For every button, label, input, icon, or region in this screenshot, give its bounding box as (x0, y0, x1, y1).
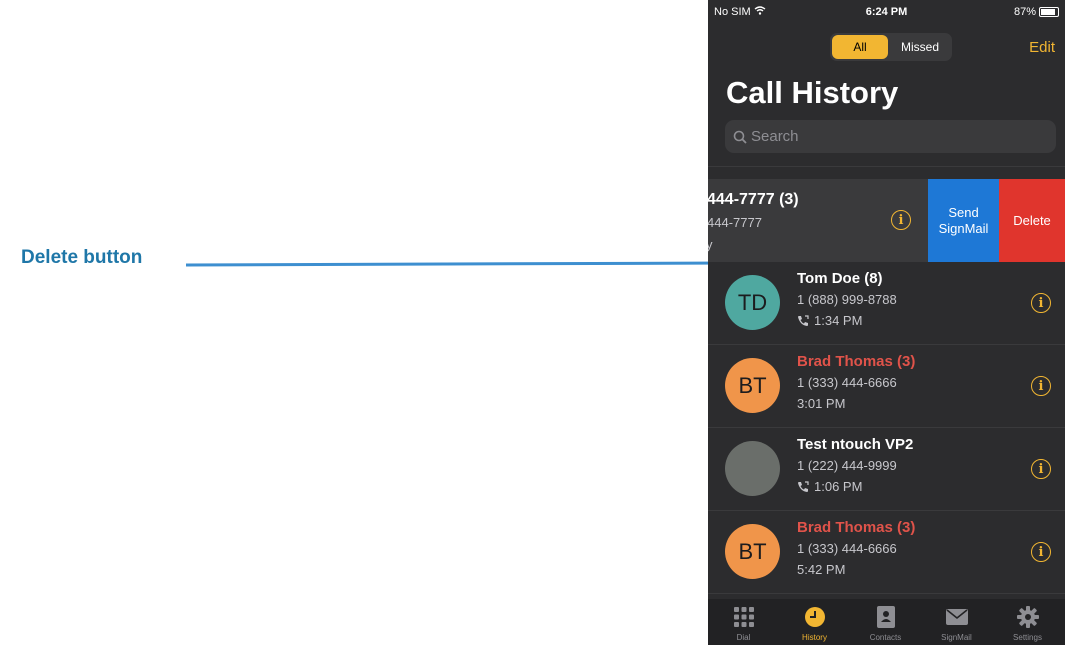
battery: 87% (1014, 6, 1059, 18)
call-row[interactable]: BT Brad Thomas (3) 1 (333) 444-6666 3:01 PM… (708, 345, 1065, 428)
call-time: 1:34 PM (797, 313, 862, 328)
call-time-text: 3:01 PM (797, 396, 846, 411)
info-icon[interactable]: i (1031, 459, 1051, 479)
status-time: 6:24 PM (865, 6, 908, 18)
tab-settings[interactable]: Settings (992, 599, 1063, 645)
segment-all[interactable]: All (832, 35, 888, 59)
tab-contacts[interactable]: Contacts (850, 599, 921, 645)
divider (708, 166, 1065, 167)
call-time: 3:01 PM (797, 396, 845, 411)
call-number: 1 (888) 999-8788 (797, 292, 897, 307)
avatar (725, 441, 780, 496)
search-placeholder: Search (751, 128, 799, 145)
call-time-text: 1:06 PM (814, 479, 863, 494)
tab-label: Contacts (869, 633, 902, 642)
segment-missed[interactable]: Missed (890, 35, 950, 59)
keypad-icon (733, 605, 755, 629)
call-time-text: 5:42 PM (797, 562, 846, 577)
send-signmail-button[interactable]: Send SignMail (928, 179, 999, 262)
tab-signmail[interactable]: SignMail (921, 599, 992, 645)
avatar: TD (725, 275, 780, 330)
call-name: Brad Thomas (3) (797, 353, 916, 370)
call-time: 1:06 PM (797, 479, 862, 494)
call-name: 444-7777 (3) (708, 191, 799, 208)
call-row[interactable]: BT Brad Thomas (3) 1 (333) 444-6666 5:42 PM… (708, 511, 1065, 594)
tab-label: Dial (736, 633, 751, 642)
call-name: Tom Doe (8) (797, 270, 883, 287)
tab-history[interactable]: History (779, 599, 850, 645)
tab-dial[interactable]: Dial (708, 599, 779, 645)
call-time-text: 1:34 PM (814, 313, 863, 328)
tab-label: Settings (1013, 633, 1042, 642)
call-filter-segmented: All Missed (830, 33, 952, 61)
avatar: BT (725, 358, 780, 413)
search-icon (733, 130, 747, 144)
search-input[interactable]: Search (725, 120, 1056, 153)
tab-label: SignMail (941, 633, 972, 642)
outgoing-call-icon (797, 314, 809, 327)
page-title: Call History (726, 75, 899, 110)
contacts-icon (876, 605, 896, 629)
edit-button[interactable]: Edit (1029, 39, 1055, 56)
outgoing-call-icon (797, 480, 809, 493)
info-icon[interactable]: i (1031, 376, 1051, 396)
avatar: BT (725, 524, 780, 579)
call-number: 1 (333) 444-6666 (797, 541, 897, 556)
tab-label: History (802, 633, 827, 642)
call-time: 5:42 PM (797, 562, 845, 577)
tab-bar: Dial History Contacts SignMail Settings (708, 599, 1065, 645)
call-time: y (708, 237, 713, 252)
envelope-icon (945, 605, 968, 629)
delete-button[interactable]: Delete (999, 179, 1065, 262)
clock-icon (804, 605, 826, 629)
phone-screen: No SIM 6:24 PM 87% All Missed Edit Call … (708, 0, 1065, 645)
status-bar: No SIM 6:24 PM 87% (708, 0, 1065, 22)
call-number: 444-7777 (708, 215, 762, 230)
call-name: Test ntouch VP2 (797, 436, 914, 453)
call-row[interactable]: TD Tom Doe (8) 1 (888) 999-8788 1:34 PM i (708, 262, 1065, 345)
battery-icon (1039, 7, 1059, 17)
call-number: 1 (333) 444-6666 (797, 375, 897, 390)
call-row[interactable]: Test ntouch VP2 1 (222) 444-9999 1:06 PM i (708, 428, 1065, 511)
call-number: 1 (222) 444-9999 (797, 458, 897, 473)
info-icon[interactable]: i (1031, 293, 1051, 313)
info-icon[interactable]: i (1031, 542, 1051, 562)
call-name: Brad Thomas (3) (797, 519, 916, 536)
info-icon[interactable]: i (891, 210, 911, 230)
gear-icon (1016, 605, 1039, 629)
